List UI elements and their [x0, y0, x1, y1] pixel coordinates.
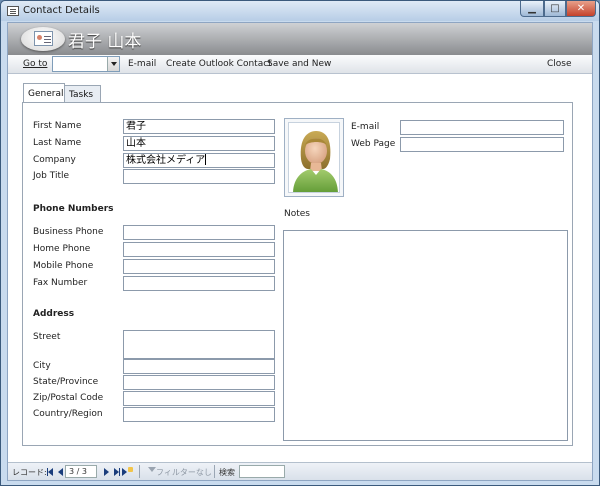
form-header: 君子 山本: [8, 23, 592, 55]
filter-icon: [148, 467, 156, 472]
mobile-phone-label: Mobile Phone: [33, 261, 94, 271]
form-toolbar: Go to E-mail Create Outlook Contact Save…: [8, 55, 592, 74]
web-page-label: Web Page: [351, 139, 396, 149]
separator: [139, 465, 140, 478]
last-name-field[interactable]: 山本: [123, 136, 275, 151]
company-value: 株式会社メディア: [126, 155, 206, 166]
city-label: City: [33, 361, 51, 371]
no-filter-button[interactable]: フィルターなし: [156, 467, 212, 478]
web-page-field[interactable]: [400, 137, 564, 152]
company-label: Company: [33, 155, 76, 165]
mobile-phone-field[interactable]: [123, 259, 275, 274]
create-outlook-contact-button[interactable]: Create Outlook Contact: [166, 59, 272, 69]
business-phone-field[interactable]: [123, 225, 275, 240]
search-input[interactable]: [239, 465, 285, 478]
window-title: Contact Details: [23, 5, 100, 16]
person-avatar-icon: [293, 131, 338, 192]
minimize-button[interactable]: ▁: [520, 1, 544, 17]
first-name-field[interactable]: 君子: [123, 119, 275, 134]
job-title-field[interactable]: [123, 169, 275, 184]
job-title-label: Job Title: [33, 171, 70, 181]
notes-field[interactable]: [283, 230, 568, 441]
contact-card-icon: [21, 27, 65, 51]
fax-number-label: Fax Number: [33, 278, 88, 288]
goto-label: Go to: [23, 59, 48, 69]
last-record-icon[interactable]: [114, 468, 120, 476]
notes-label: Notes: [284, 209, 310, 219]
company-field[interactable]: 株式会社メディア: [123, 153, 275, 168]
text-cursor: [205, 154, 207, 165]
country-region-field[interactable]: [123, 407, 275, 422]
record-label: レコード:: [12, 468, 47, 477]
street-label: Street: [33, 332, 61, 342]
goto-combobox[interactable]: [52, 56, 120, 72]
maximize-button[interactable]: □: [544, 1, 566, 17]
close-form-button[interactable]: Close: [547, 59, 572, 69]
record-counter[interactable]: 3 / 3: [65, 465, 97, 478]
close-window-button[interactable]: ✕: [566, 1, 596, 17]
zip-postal-code-field[interactable]: [123, 391, 275, 406]
separator: [214, 465, 215, 478]
state-province-field[interactable]: [123, 375, 275, 390]
previous-record-icon[interactable]: [58, 468, 63, 476]
phone-numbers-heading: Phone Numbers: [33, 204, 114, 214]
chevron-down-icon[interactable]: [107, 57, 119, 71]
home-phone-label: Home Phone: [33, 244, 91, 254]
state-province-label: State/Province: [33, 377, 99, 387]
tab-general[interactable]: General: [23, 83, 65, 102]
email-field[interactable]: [400, 120, 564, 135]
general-tab-panel: First Name 君子 Last Name 山本 Company 株式会社メ…: [22, 102, 573, 446]
application-window: Contact Details ▁ □ ✕ 君子 山本 Go to E-mail…: [0, 0, 600, 486]
business-phone-label: Business Phone: [33, 227, 104, 237]
first-record-icon[interactable]: [47, 468, 53, 476]
next-record-icon[interactable]: [104, 468, 109, 476]
form-icon: [7, 6, 19, 16]
tab-tasks[interactable]: Tasks: [64, 85, 101, 103]
email-button[interactable]: E-mail: [128, 59, 156, 69]
title-bar[interactable]: Contact Details ▁ □ ✕: [1, 1, 599, 21]
home-phone-field[interactable]: [123, 242, 275, 257]
contact-name-title: 君子 山本: [68, 32, 142, 52]
address-heading: Address: [33, 309, 75, 319]
save-and-new-button[interactable]: Save and New: [267, 59, 331, 69]
form-client-area: 君子 山本 Go to E-mail Create Outlook Contac…: [7, 22, 593, 481]
fax-number-field[interactable]: [123, 276, 275, 291]
search-label: 検索: [219, 468, 235, 477]
first-name-label: First Name: [33, 121, 82, 131]
country-region-label: Country/Region: [33, 409, 103, 419]
email-label: E-mail: [351, 122, 380, 132]
new-record-icon[interactable]: [122, 467, 133, 476]
city-field[interactable]: [123, 359, 275, 374]
last-name-label: Last Name: [33, 138, 82, 148]
street-field[interactable]: [123, 330, 275, 359]
zip-postal-code-label: Zip/Postal Code: [33, 393, 104, 403]
record-navigation-bar: レコード: 3 / 3 フィルターなし 検索: [8, 462, 592, 480]
contact-photo[interactable]: [284, 118, 344, 197]
